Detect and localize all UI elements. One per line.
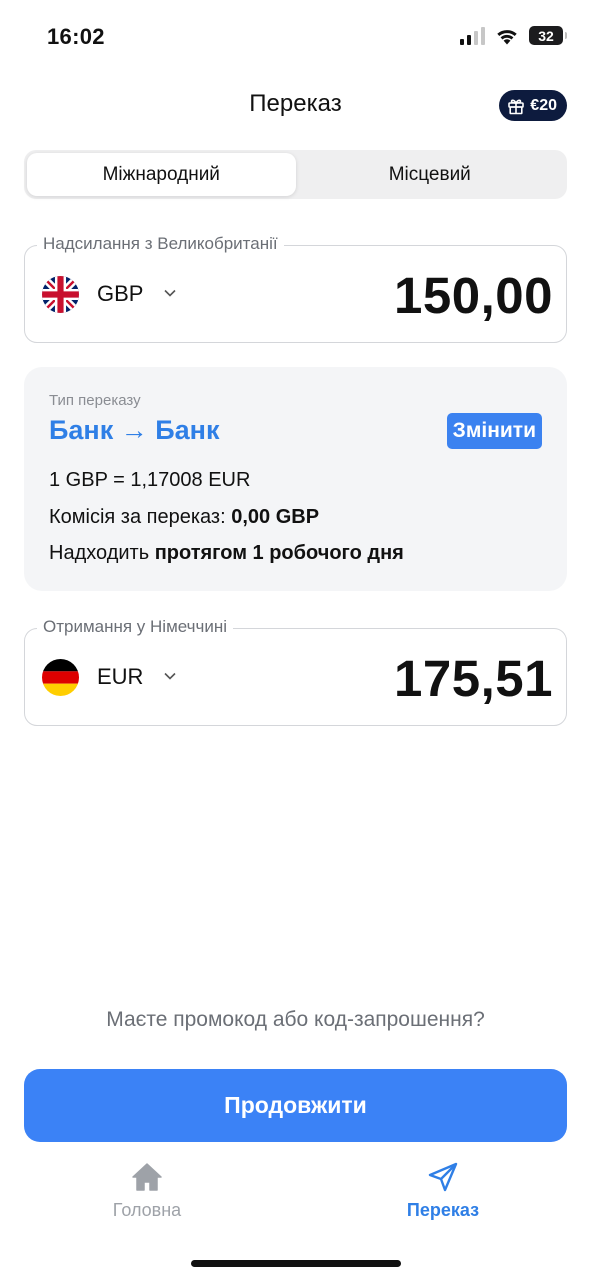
tab-local[interactable]: Місцевий (296, 153, 565, 196)
send-legend: Надсилання з Великобританії (37, 234, 284, 254)
receive-amount-field[interactable]: Отримання у Німеччині EUR 175,51 (24, 617, 567, 726)
fee-value: 0,00 GBP (231, 506, 320, 528)
home-indicator (191, 1260, 401, 1267)
transfer-screen: 16:02 32 Переказ €20 Міжнародний Місцеви… (0, 0, 591, 1280)
tab-transfer-label: Переказ (406, 1200, 480, 1220)
transfer-details-card: Тип переказу Банк → Банк Змінити 1 GBP =… (24, 367, 567, 591)
continue-button[interactable]: Продовжити (24, 1069, 567, 1142)
change-transfer-type-button[interactable]: Змінити (446, 413, 542, 449)
send-currency-selector[interactable]: GBP (97, 281, 143, 307)
send-plane-icon (428, 1162, 458, 1192)
battery-icon: 32 (529, 26, 567, 45)
exchange-rate: 1 GBP = 1,17008 EUR (49, 469, 251, 491)
fee-label: Комісія за переказ: (49, 506, 232, 528)
transfer-type-label: Тип переказу (49, 392, 141, 409)
tab-home[interactable]: Головна (67, 1162, 227, 1221)
receive-amount-value[interactable]: 175,51 (394, 649, 553, 708)
tab-home-label: Головна (112, 1200, 182, 1220)
wifi-icon (497, 29, 517, 44)
arrival-time: Надходить протягом 1 робочого дня (49, 542, 404, 565)
send-amount-value[interactable]: 150,00 (394, 266, 553, 325)
germany-flag-icon (42, 659, 79, 696)
arrival-label: Надходить (49, 542, 155, 564)
receive-legend: Отримання у Німеччині (37, 617, 234, 637)
transfer-fee: Комісія за переказ: 0,00 GBP (49, 506, 319, 529)
tab-transfer[interactable]: Переказ (363, 1162, 523, 1221)
receive-currency-selector[interactable]: EUR (97, 664, 143, 690)
transfer-type-switcher: Міжнародний Місцевий (24, 150, 567, 199)
gift-bonus-button[interactable]: €20 (499, 90, 567, 121)
gift-icon (508, 99, 525, 114)
send-amount-field[interactable]: Надсилання з Великобританії GBP 150,00 (24, 234, 567, 343)
uk-flag-icon (42, 276, 79, 313)
tab-international[interactable]: Міжнародний (27, 153, 296, 196)
home-icon (132, 1163, 162, 1191)
chevron-down-icon[interactable] (163, 669, 177, 683)
transfer-type-value: Банк → Банк (49, 415, 220, 445)
chevron-down-icon[interactable] (163, 286, 177, 300)
cellular-signal-icon (460, 26, 485, 45)
promo-code-link[interactable]: Маєте промокод або код-запрошення? (0, 1008, 591, 1032)
status-time: 16:02 (47, 24, 105, 49)
gift-badge-label: €20 (530, 96, 557, 114)
status-icons: 32 (460, 26, 567, 45)
arrival-value: протягом 1 робочого дня (154, 542, 404, 564)
